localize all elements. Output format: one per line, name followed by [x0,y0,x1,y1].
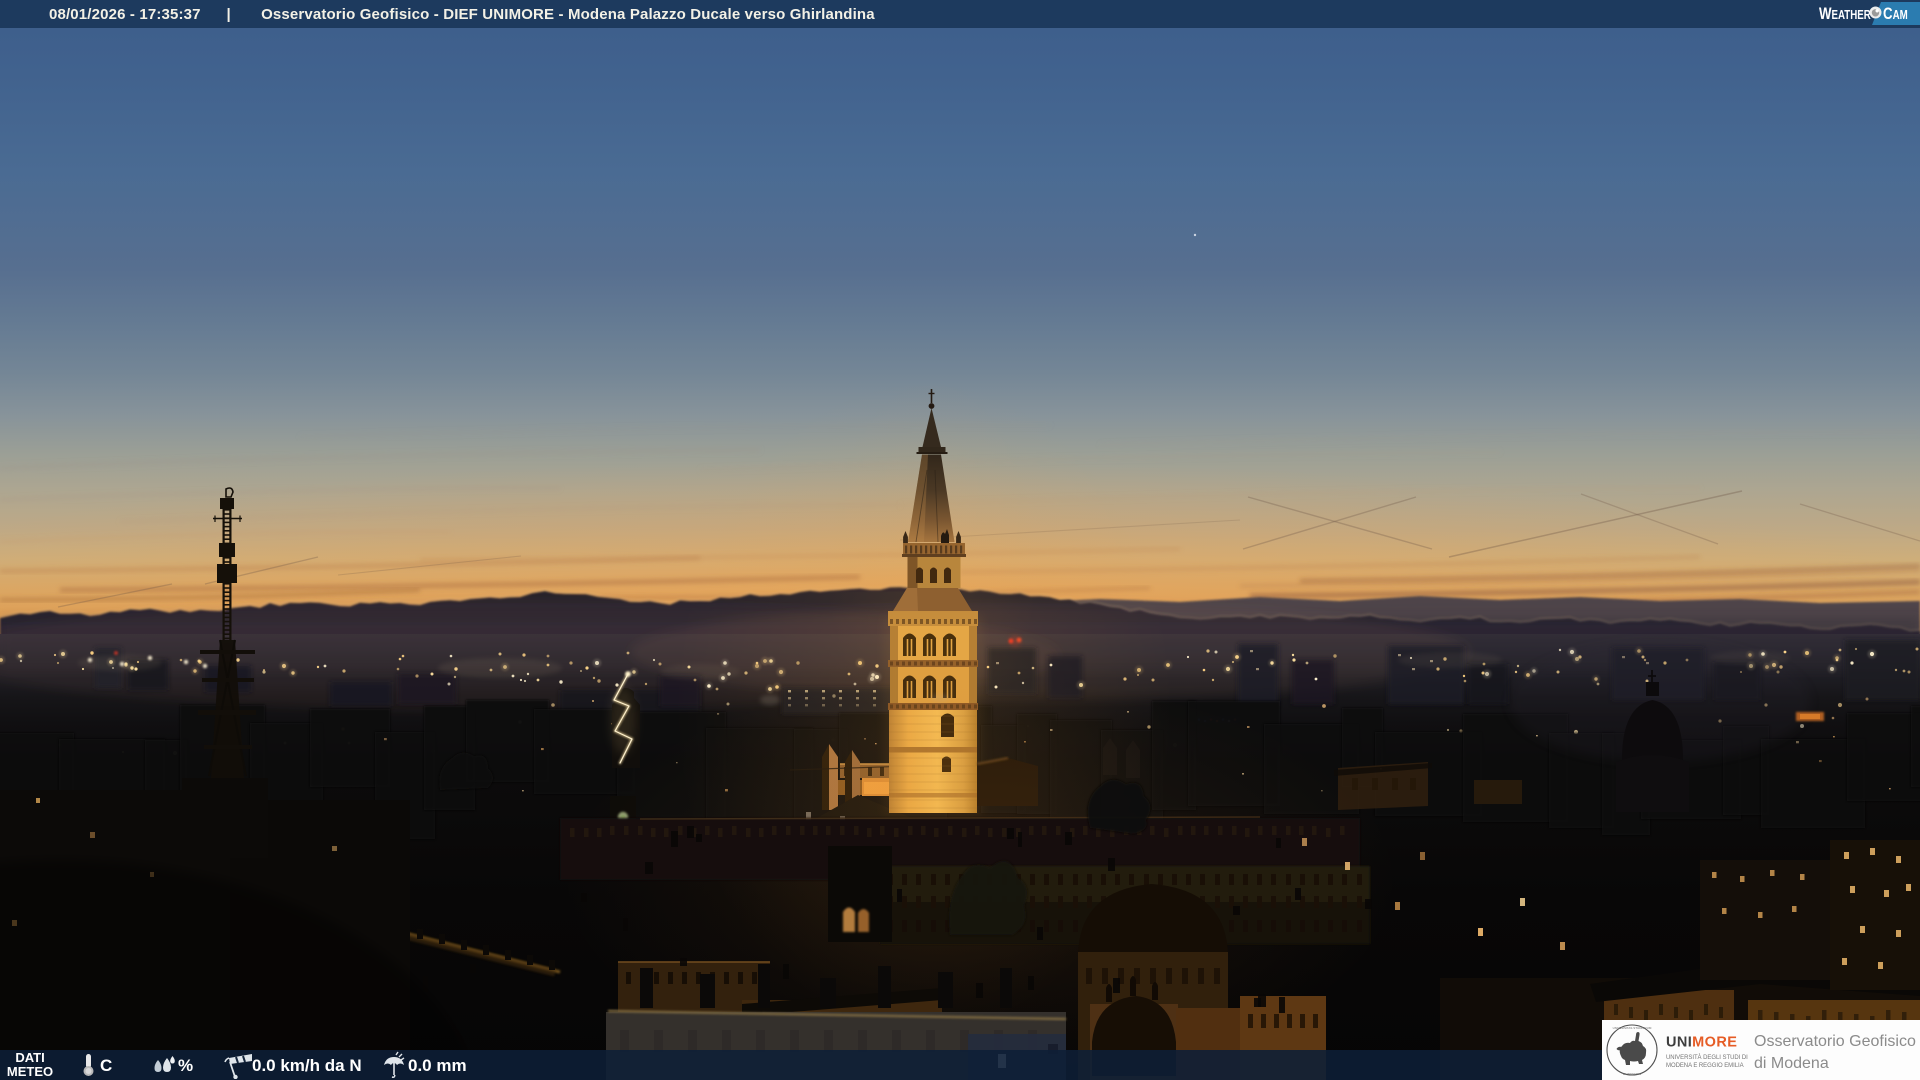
svg-text:WEATHER: WEATHER [1819,5,1871,24]
svg-text:UNIMORE: UNIMORE [1666,1035,1737,1051]
svg-text:Osservatorio Geofisico: Osservatorio Geofisico [1754,1033,1916,1050]
svg-text:MUTINENSIS: MUTINENSIS [1623,1072,1642,1076]
svg-text:UNIVERSITAS STUDIORUM: UNIVERSITAS STUDIORUM [1613,1026,1652,1030]
svg-text:MODENA E REGGIO EMILIA: MODENA E REGGIO EMILIA [1666,1063,1744,1069]
svg-text:di Modena: di Modena [1754,1055,1829,1072]
svg-text:UNIVERSITÀ DEGLI STUDI DI: UNIVERSITÀ DEGLI STUDI DI [1666,1054,1748,1061]
